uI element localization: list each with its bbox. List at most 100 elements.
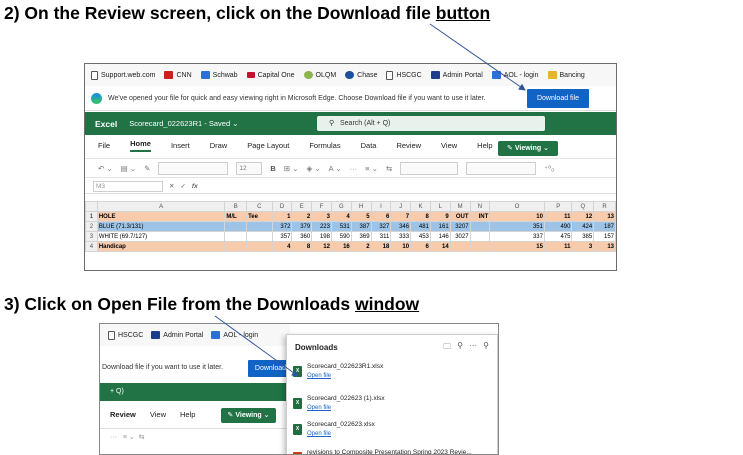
grid-cell[interactable]: 4 xyxy=(330,211,352,222)
grid-cell[interactable]: 337 xyxy=(489,231,545,242)
grid-cell[interactable]: 360 xyxy=(291,231,313,242)
column-header[interactable]: A xyxy=(96,201,226,212)
grid-cell[interactable]: 453 xyxy=(410,231,431,242)
grid-cell[interactable]: 10 xyxy=(390,241,412,252)
grid-cell[interactable] xyxy=(224,241,248,252)
column-header[interactable]: O xyxy=(489,201,545,212)
grid-cell[interactable]: 13 xyxy=(593,211,616,222)
grid-cell[interactable]: 3207 xyxy=(449,221,471,232)
wrap-icon[interactable]: ⇆ xyxy=(386,164,392,173)
row-number[interactable]: 3 xyxy=(85,231,98,242)
open-file-link[interactable]: Open file xyxy=(307,431,331,437)
grid-cell[interactable]: 6 xyxy=(410,241,431,252)
grid-cell[interactable] xyxy=(469,221,491,232)
undo-icon[interactable]: ↶ ⌄ xyxy=(98,164,113,173)
viewing-mode-button-2[interactable]: ✎ Viewing ⌄ xyxy=(221,408,276,423)
more-options-icon[interactable]: ··· xyxy=(469,341,477,355)
grid-corner[interactable] xyxy=(85,201,98,212)
grid-cell[interactable]: 379 xyxy=(291,221,313,232)
viewing-mode-button[interactable]: ✎ Viewing ⌄ xyxy=(498,141,558,156)
grid-cell[interactable]: 351 xyxy=(489,221,545,232)
number-format-box-2[interactable] xyxy=(466,161,537,175)
tab-formulas[interactable]: Formulas xyxy=(309,141,340,150)
font-color-icon[interactable]: A ⌄ xyxy=(329,164,342,173)
grid-cell[interactable]: 13 xyxy=(593,241,616,252)
tab-insert[interactable]: Insert xyxy=(171,141,190,150)
grid-cell[interactable]: 369 xyxy=(350,231,372,242)
row-number[interactable]: 1 xyxy=(85,211,98,222)
grid-cell[interactable]: 5 xyxy=(350,211,372,222)
grid-cell[interactable]: 346 xyxy=(390,221,412,232)
favorite-bancing[interactable]: Bancing xyxy=(547,71,585,79)
search-icon[interactable]: ⚲ xyxy=(457,341,463,355)
tab-home[interactable]: Home xyxy=(130,139,151,152)
grid-cell[interactable]: 11 xyxy=(543,241,573,252)
column-header[interactable]: H xyxy=(350,201,372,212)
grid-cell[interactable]: 157 xyxy=(593,231,616,242)
favorite-aol-login[interactable]: AOL - login xyxy=(211,331,258,339)
grid-cell[interactable]: HOLE xyxy=(96,211,226,222)
bold-icon[interactable]: B xyxy=(270,164,275,173)
grid-cell[interactable] xyxy=(246,241,273,252)
grid-cell[interactable] xyxy=(469,241,491,252)
column-header[interactable]: K xyxy=(410,201,431,212)
name-box[interactable]: M3 xyxy=(93,180,163,192)
column-header[interactable]: Q xyxy=(571,201,595,212)
grid-cell[interactable]: 223 xyxy=(311,221,332,232)
tab-draw[interactable]: Draw xyxy=(210,141,228,150)
column-header[interactable]: G xyxy=(330,201,352,212)
tab-review[interactable]: Review xyxy=(110,406,136,424)
grid-cell[interactable]: BLUE (71.3/131) xyxy=(96,221,226,232)
grid-cell[interactable]: 4 xyxy=(271,241,293,252)
grid-cell[interactable]: 8 xyxy=(410,211,431,222)
tab-help[interactable]: Help xyxy=(477,141,492,150)
font-size-box[interactable]: 12 xyxy=(236,161,263,175)
open-file-link[interactable]: Open file xyxy=(307,373,331,379)
search-box[interactable]: ⚲ Search (Alt + Q) xyxy=(317,116,545,131)
grid-cell[interactable]: 590 xyxy=(330,231,352,242)
grid-cell[interactable]: Tee xyxy=(246,211,273,222)
pin-icon[interactable]: ⚲ xyxy=(483,341,489,355)
grid-cell[interactable]: 357 xyxy=(271,231,293,242)
download-item[interactable]: X Scorecard_022623.xlsx Open file xyxy=(293,421,491,443)
grid-cell[interactable]: 146 xyxy=(429,231,451,242)
column-header[interactable]: P xyxy=(543,201,573,212)
open-file-link[interactable]: Open file xyxy=(307,405,331,411)
favorite-support-web-com[interactable]: Support.web.com xyxy=(91,70,155,80)
grid-cell[interactable]: 3027 xyxy=(449,231,471,242)
grid-cell[interactable]: 3 xyxy=(311,211,332,222)
grid-cell[interactable] xyxy=(246,231,273,242)
tab-data[interactable]: Data xyxy=(361,141,377,150)
grid-cell[interactable]: 198 xyxy=(311,231,332,242)
column-header[interactable]: C xyxy=(246,201,273,212)
column-header[interactable]: F xyxy=(311,201,332,212)
grid-cell[interactable]: 424 xyxy=(571,221,595,232)
column-header[interactable]: J xyxy=(390,201,412,212)
grid-cell[interactable]: 161 xyxy=(429,221,451,232)
download-item[interactable]: X Scorecard_022623 (1).xlsx Open file xyxy=(293,395,491,417)
font-name-box[interactable] xyxy=(158,161,229,175)
download-file-button[interactable]: Download file xyxy=(527,89,589,108)
column-header[interactable]: E xyxy=(291,201,313,212)
align-icon[interactable]: ≡ ⌄ xyxy=(365,164,378,173)
file-name-title[interactable]: Scorecard_022623R1 - Saved ⌄ xyxy=(129,119,238,128)
grid-cell[interactable]: 16 xyxy=(330,241,352,252)
tab-file[interactable]: File xyxy=(98,141,110,150)
row-number[interactable]: 4 xyxy=(85,241,98,252)
grid-cell[interactable] xyxy=(449,241,471,252)
column-header[interactable]: N xyxy=(469,201,491,212)
grid-cell[interactable]: 12 xyxy=(571,211,595,222)
favorite-admin-portal[interactable]: Admin Portal xyxy=(151,331,203,339)
favorite-schwab[interactable]: Schwab xyxy=(200,71,238,79)
tab-page-layout[interactable]: Page Layout xyxy=(247,141,289,150)
clipboard-icon[interactable]: ▤ ⌄ xyxy=(121,164,136,173)
grid-cell[interactable]: 2 xyxy=(350,241,372,252)
tab-view[interactable]: View xyxy=(441,141,457,150)
grid-cell[interactable]: 7 xyxy=(390,211,412,222)
grid-cell[interactable]: 333 xyxy=(390,231,412,242)
grid-cell[interactable]: 14 xyxy=(429,241,451,252)
favorite-aol-login[interactable]: AOL - login xyxy=(491,71,539,79)
row-number[interactable]: 2 xyxy=(85,221,98,232)
grid-cell[interactable]: 1 xyxy=(271,211,293,222)
open-folder-icon[interactable]: 🗀 xyxy=(443,341,451,355)
